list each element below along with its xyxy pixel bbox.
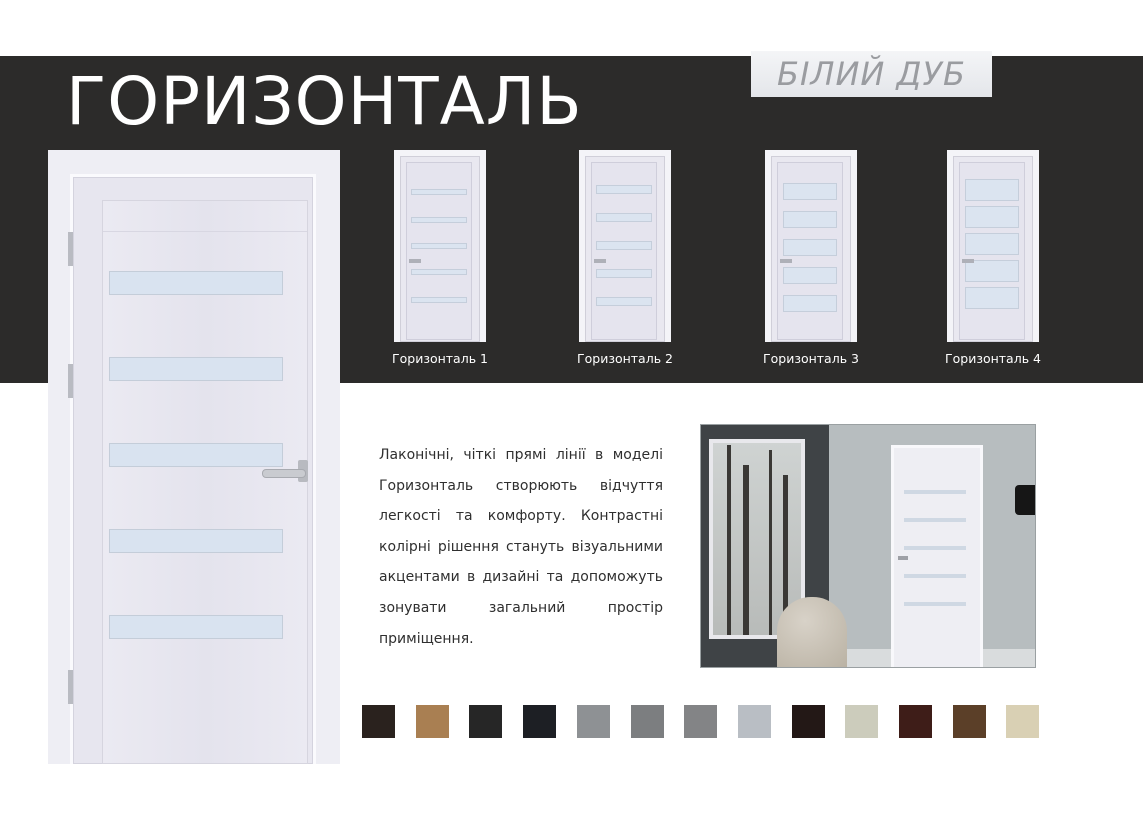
color-swatch[interactable] — [845, 705, 879, 738]
model-label-4[interactable]: Горизонталь 4 — [928, 351, 1058, 366]
glass-strip — [109, 443, 283, 467]
hinge — [68, 364, 73, 398]
door-handle-icon — [262, 460, 314, 482]
color-swatch[interactable] — [737, 705, 771, 738]
model-label-2[interactable]: Горизонталь 2 — [560, 351, 690, 366]
model-label-3[interactable]: Горизонталь 3 — [746, 351, 876, 366]
door-top-rail — [103, 201, 307, 232]
color-swatch[interactable] — [899, 705, 932, 738]
model-label-1[interactable]: Горизонталь 1 — [375, 351, 505, 366]
color-swatch[interactable] — [523, 705, 557, 738]
color-swatch[interactable] — [952, 705, 986, 738]
page-title: ГОРИЗОНТАЛЬ — [66, 63, 583, 140]
interior-photo — [700, 424, 1036, 668]
finish-badge: БІЛИЙ ДУБ — [751, 51, 992, 97]
color-swatch[interactable] — [469, 705, 503, 738]
main-door-image — [48, 150, 340, 764]
glass-strip — [109, 271, 283, 295]
color-swatch[interactable] — [1006, 705, 1040, 738]
color-swatch[interactable] — [576, 705, 610, 738]
model-thumb-2[interactable] — [579, 150, 671, 342]
glass-strip — [109, 357, 283, 381]
color-swatch[interactable] — [362, 705, 395, 738]
hinge — [68, 232, 73, 266]
color-swatch[interactable] — [630, 705, 664, 738]
model-thumb-3[interactable] — [765, 150, 857, 342]
description-text: Лаконічні, чіткі прямі лінії в моделі Го… — [379, 447, 663, 647]
color-swatch[interactable] — [791, 705, 825, 738]
model-thumb-1[interactable] — [394, 150, 486, 342]
color-swatch[interactable] — [415, 705, 449, 738]
glass-strip — [109, 615, 283, 639]
model-thumb-4[interactable] — [947, 150, 1039, 342]
door-leaf — [102, 200, 308, 764]
hinge — [68, 670, 73, 704]
glass-strip — [109, 529, 283, 553]
color-swatch[interactable] — [684, 705, 718, 738]
